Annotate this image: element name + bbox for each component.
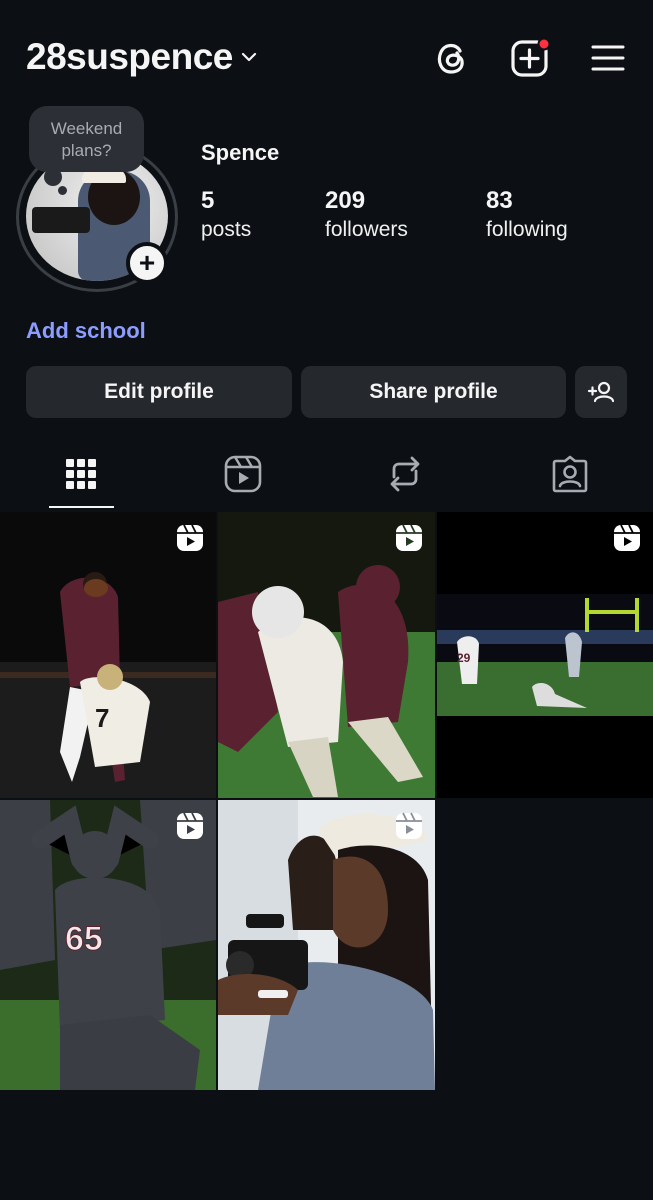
tab-reposts[interactable] [375, 450, 435, 498]
post-thumbnail: 7 [0, 572, 216, 798]
stat-label: posts [201, 218, 252, 241]
reel-icon [396, 812, 422, 839]
avatar-camera-shape [32, 207, 90, 233]
post-thumbnail: 65 [0, 800, 216, 1090]
post-thumbnail [218, 512, 435, 798]
tagged-icon [552, 455, 588, 493]
edit-profile-button[interactable]: Edit profile [26, 366, 292, 418]
reel-icon [614, 524, 640, 551]
stat-label: followers [325, 218, 408, 241]
menu-icon[interactable] [586, 36, 630, 80]
tab-reels[interactable] [213, 450, 273, 498]
add-person-icon [587, 381, 615, 403]
post-thumbnail: 29 [437, 594, 653, 716]
create-post-icon[interactable] [508, 36, 552, 80]
jersey-number: 7 [95, 703, 109, 733]
post-thumbnail [218, 800, 435, 1090]
jersey-number: 65 [65, 920, 103, 958]
repost-icon [390, 456, 420, 492]
stat-label: following [486, 218, 568, 241]
plus-icon: + [138, 247, 156, 278]
grid-icon [66, 459, 96, 489]
grid-empty-area [0, 1090, 653, 1200]
chevron-down-icon [241, 52, 256, 62]
stat-following[interactable]: 83 following [486, 186, 568, 244]
share-profile-button[interactable]: Share profile [301, 366, 566, 418]
note-tail-dot [44, 168, 62, 186]
post-tile[interactable] [218, 800, 435, 1090]
username: 28suspence [26, 36, 233, 77]
jersey-number: 29 [457, 651, 471, 665]
stat-posts[interactable]: 5 posts [201, 186, 251, 244]
display-name: Spence [201, 140, 280, 165]
post-tile[interactable] [218, 512, 435, 798]
add-story-button[interactable]: + [126, 242, 168, 284]
post-tile[interactable]: 7 [0, 512, 216, 798]
active-tab-indicator [49, 506, 114, 508]
reel-icon [177, 812, 203, 839]
stat-followers[interactable]: 209 followers [325, 186, 408, 244]
tab-grid[interactable] [51, 450, 111, 498]
post-tile[interactable]: 29 [437, 512, 653, 798]
stat-value: 209 [325, 187, 366, 214]
reel-icon [177, 524, 203, 551]
reel-icon [396, 524, 422, 551]
post-tile[interactable]: 65 [0, 800, 216, 1090]
suggested-people-button[interactable] [575, 366, 627, 418]
threads-icon[interactable] [429, 36, 473, 80]
note-bubble[interactable]: Weekend plans? [29, 106, 144, 172]
note-tail-dot-small [58, 186, 67, 195]
stat-value: 5 [201, 187, 215, 214]
add-school-link[interactable]: Add school [26, 318, 146, 344]
reels-icon [224, 455, 262, 493]
tab-tagged[interactable] [540, 450, 600, 498]
stat-value: 83 [486, 187, 513, 214]
account-switcher[interactable]: 28suspence [26, 36, 257, 78]
